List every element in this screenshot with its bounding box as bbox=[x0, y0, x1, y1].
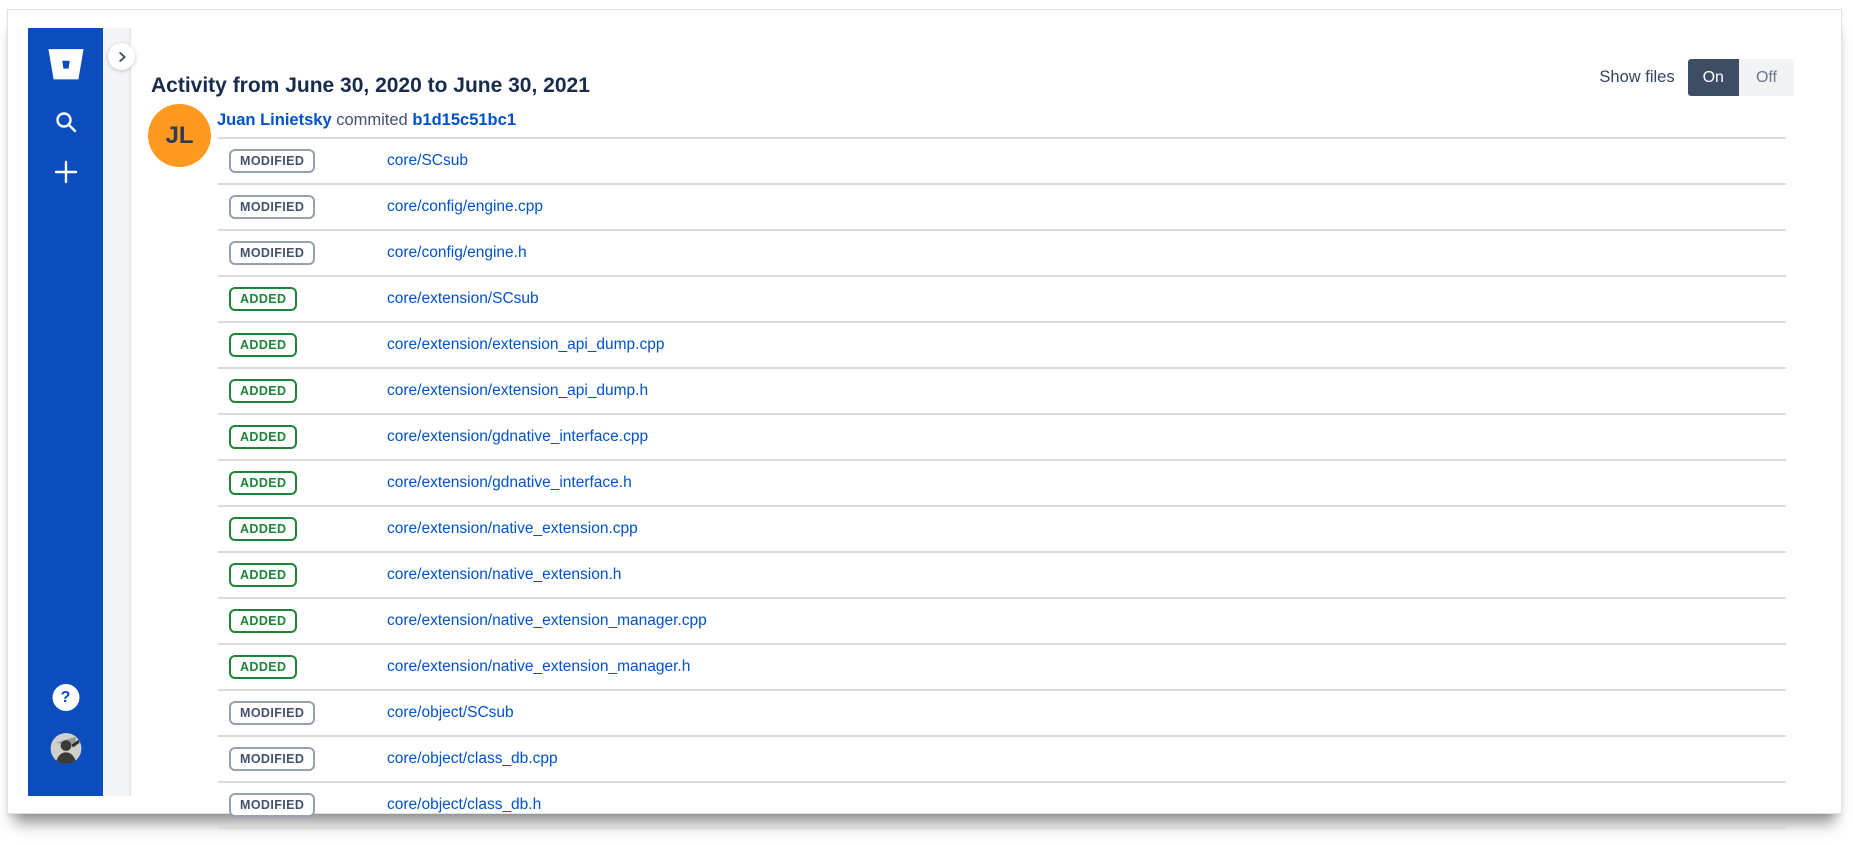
commit-author-link[interactable]: Juan Linietsky bbox=[217, 111, 332, 129]
file-row: ADDED core/extension/extension_api_dump.… bbox=[218, 369, 1786, 415]
help-question-icon[interactable]: ? bbox=[52, 684, 79, 711]
file-status-badge: ADDED bbox=[229, 563, 297, 587]
file-link[interactable]: core/extension/extension_api_dump.h bbox=[387, 382, 648, 400]
file-row: MODIFIED core/config/engine.h bbox=[218, 231, 1786, 277]
file-status-badge: MODIFIED bbox=[229, 195, 315, 219]
create-plus-icon[interactable] bbox=[53, 159, 79, 185]
commit-summary: Juan Linietsky commited b1d15c51bc1 bbox=[217, 111, 516, 130]
file-status-badge: MODIFIED bbox=[229, 793, 315, 817]
file-link[interactable]: core/extension/native_extension_manager.… bbox=[387, 612, 707, 630]
file-link[interactable]: core/extension/native_extension_manager.… bbox=[387, 658, 690, 676]
file-status-badge: ADDED bbox=[229, 425, 297, 449]
file-status-badge: MODIFIED bbox=[229, 701, 315, 725]
commit-action-text: commited bbox=[336, 111, 408, 129]
page-title: Activity from June 30, 2020 to June 30, … bbox=[151, 74, 590, 98]
file-row: ADDED core/extension/native_extension_ma… bbox=[218, 599, 1786, 645]
search-icon[interactable] bbox=[53, 109, 79, 135]
file-row: ADDED core/extension/extension_api_dump.… bbox=[218, 323, 1786, 369]
global-sidebar: ? bbox=[28, 28, 103, 796]
file-link[interactable]: core/config/engine.cpp bbox=[387, 198, 543, 216]
file-row: ADDED core/extension/gdnative_interface.… bbox=[218, 415, 1786, 461]
file-status-badge: MODIFIED bbox=[229, 241, 315, 265]
file-link[interactable]: core/object/class_db.h bbox=[387, 796, 541, 814]
bitbucket-logo[interactable] bbox=[42, 40, 90, 88]
app-window: ? Activity from June 30, 2020 to June 30… bbox=[7, 9, 1842, 814]
file-link[interactable]: core/extension/native_extension.cpp bbox=[387, 520, 638, 538]
file-list: MODIFIED core/SCsub MODIFIED core/config… bbox=[218, 137, 1786, 829]
file-status-badge: ADDED bbox=[229, 609, 297, 633]
show-files-off-button[interactable]: Off bbox=[1739, 59, 1794, 96]
file-status-badge: ADDED bbox=[229, 471, 297, 495]
question-glyph: ? bbox=[61, 689, 71, 707]
file-link[interactable]: core/extension/extension_api_dump.cpp bbox=[387, 336, 664, 354]
file-link[interactable]: core/extension/native_extension.h bbox=[387, 566, 621, 584]
commit-hash-link[interactable]: b1d15c51bc1 bbox=[412, 111, 516, 129]
expand-sidebar-button[interactable] bbox=[108, 43, 135, 70]
file-row: ADDED core/extension/native_extension.cp… bbox=[218, 507, 1786, 553]
show-files-label: Show files bbox=[1599, 68, 1674, 87]
file-link[interactable]: core/SCsub bbox=[387, 152, 468, 170]
avatar-initials: JL bbox=[165, 122, 193, 150]
file-status-badge: ADDED bbox=[229, 517, 297, 541]
file-status-badge: ADDED bbox=[229, 287, 297, 311]
avatar-photo-image bbox=[50, 733, 81, 764]
file-status-badge: ADDED bbox=[229, 655, 297, 679]
file-row: MODIFIED core/object/class_db.h bbox=[218, 783, 1786, 829]
file-row: MODIFIED core/object/SCsub bbox=[218, 691, 1786, 737]
toggle-buttons: On Off bbox=[1688, 59, 1794, 96]
user-avatar-photo[interactable] bbox=[50, 733, 81, 764]
file-row: ADDED core/extension/SCsub bbox=[218, 277, 1786, 323]
bitbucket-bucket-icon bbox=[44, 42, 88, 86]
commit-author-avatar[interactable]: JL bbox=[148, 104, 211, 167]
file-link[interactable]: core/object/SCsub bbox=[387, 704, 514, 722]
file-row: MODIFIED core/SCsub bbox=[218, 139, 1786, 185]
file-link[interactable]: core/config/engine.h bbox=[387, 244, 527, 262]
file-link[interactable]: core/extension/SCsub bbox=[387, 290, 539, 308]
chevron-right-icon bbox=[115, 50, 129, 64]
file-status-badge: MODIFIED bbox=[229, 747, 315, 771]
file-row: MODIFIED core/object/class_db.cpp bbox=[218, 737, 1786, 783]
file-row: ADDED core/extension/native_extension.h bbox=[218, 553, 1786, 599]
app-switcher-grid-icon[interactable] bbox=[54, 639, 77, 662]
file-link[interactable]: core/extension/gdnative_interface.cpp bbox=[387, 428, 648, 446]
file-link[interactable]: core/object/class_db.cpp bbox=[387, 750, 558, 768]
file-status-badge: ADDED bbox=[229, 333, 297, 357]
file-status-badge: MODIFIED bbox=[229, 149, 315, 173]
sidebar-gutter bbox=[103, 28, 131, 796]
show-files-toggle: Show files On Off bbox=[1599, 59, 1794, 96]
file-row: ADDED core/extension/native_extension_ma… bbox=[218, 645, 1786, 691]
file-status-badge: ADDED bbox=[229, 379, 297, 403]
show-files-on-button[interactable]: On bbox=[1688, 59, 1739, 96]
file-row: MODIFIED core/config/engine.cpp bbox=[218, 185, 1786, 231]
file-link[interactable]: core/extension/gdnative_interface.h bbox=[387, 474, 632, 492]
file-row: ADDED core/extension/gdnative_interface.… bbox=[218, 461, 1786, 507]
